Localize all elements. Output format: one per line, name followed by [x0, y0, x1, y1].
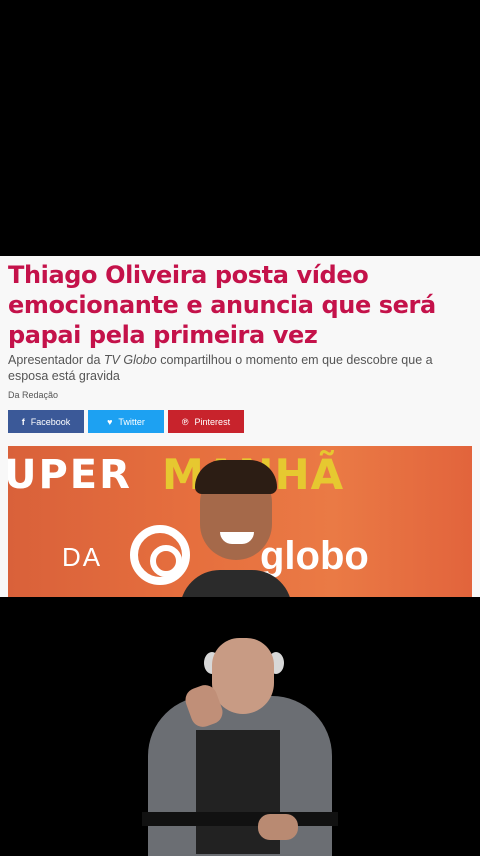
facebook-share-button[interactable]: f Facebook	[8, 410, 84, 433]
masked-man-figure	[142, 634, 338, 856]
subtitle-channel: TV Globo	[103, 353, 157, 367]
twitter-label: Twitter	[118, 416, 145, 427]
photo-upper-text: UPER	[8, 452, 132, 498]
article-byline: Da Redação	[8, 390, 59, 400]
twitter-icon: ♥	[107, 416, 113, 427]
globo-logo-icon	[130, 525, 190, 585]
presenter-hair	[195, 460, 277, 494]
article-headline[interactable]: Thiago Oliveira posta vídeo emocionante …	[8, 260, 474, 350]
article-section: Thiago Oliveira posta vídeo emocionante …	[0, 256, 480, 597]
subtitle-part-1: Apresentador da	[8, 353, 104, 367]
top-black-area	[0, 0, 480, 256]
facebook-icon: f	[21, 416, 25, 427]
article-photo: UPER MANHÃ DA globo	[8, 446, 472, 597]
pinterest-label: Pinterest	[194, 416, 231, 427]
article-subtitle: Apresentador da TV Globo compartilhou o …	[8, 352, 474, 384]
man-resting-hand	[258, 814, 298, 840]
twitter-share-button[interactable]: ♥ Twitter	[88, 410, 164, 433]
pinterest-icon: ℗	[181, 416, 189, 427]
man-head	[212, 638, 274, 714]
man-armrest	[142, 812, 338, 826]
presenter-body	[180, 570, 292, 597]
share-buttons: f Facebook ♥ Twitter ℗ Pinterest	[8, 410, 244, 433]
pinterest-share-button[interactable]: ℗ Pinterest	[168, 410, 244, 433]
presenter-figure	[180, 460, 292, 597]
facebook-label: Facebook	[30, 416, 71, 427]
photo-da-text: DA	[62, 542, 103, 572]
